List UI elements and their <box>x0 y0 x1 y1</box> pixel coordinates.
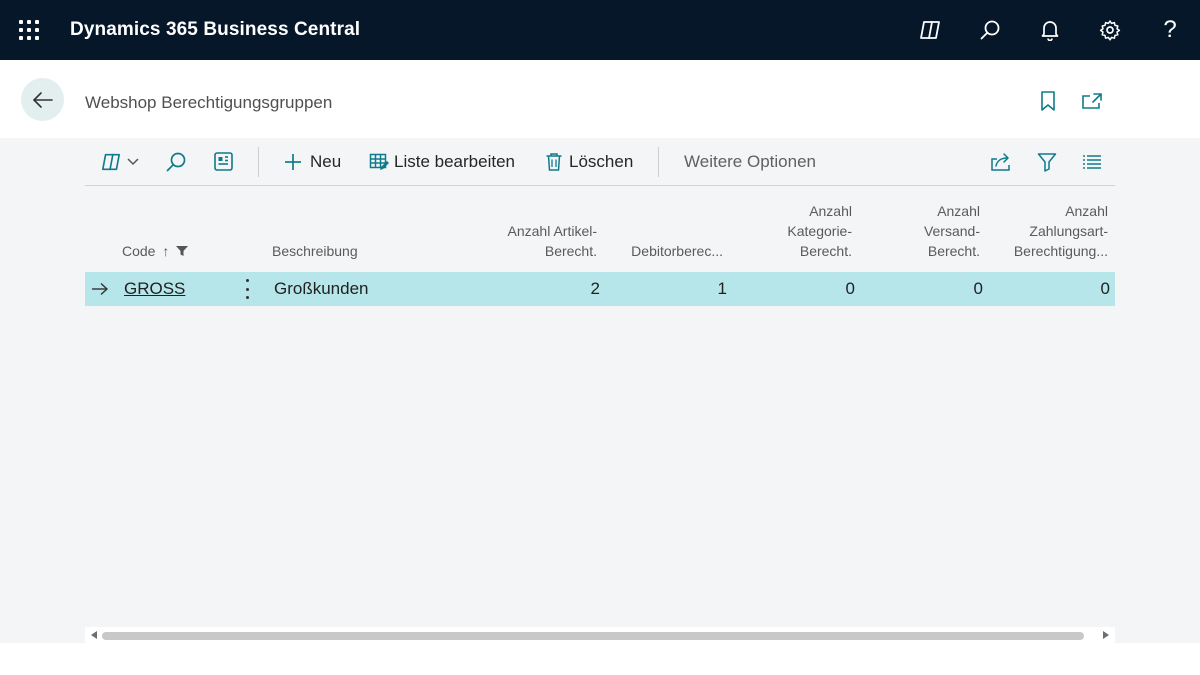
cell-zahlungsart: 0 <box>1100 279 1110 298</box>
more-options-button[interactable]: Weitere Optionen <box>684 148 816 176</box>
bookmark-icon[interactable] <box>1035 88 1061 114</box>
column-header-artikel-line: Berecht. <box>544 243 597 259</box>
trash-icon <box>546 153 562 171</box>
toolbar-divider <box>258 147 259 177</box>
row-actions-menu[interactable] <box>237 279 257 299</box>
bell-icon[interactable] <box>1035 15 1065 45</box>
cell-debitor: 1 <box>717 279 727 298</box>
open-new-window-icon[interactable] <box>1079 88 1105 114</box>
action-bar: Neu Liste bearbeiten Löschen Weitere Opt… <box>85 138 1115 186</box>
column-header-versand-line: Versand- <box>923 223 980 239</box>
filter-icon <box>1037 153 1057 172</box>
share-icon <box>991 153 1010 171</box>
back-button[interactable] <box>21 78 64 121</box>
table-row[interactable]: GROSS Großkunden 2 1 0 0 0 <box>85 272 1115 306</box>
delete-button[interactable]: Löschen <box>545 148 633 176</box>
page-footer <box>0 643 1200 675</box>
list-view-button[interactable] <box>1082 148 1102 176</box>
scroll-right-icon[interactable] <box>1103 631 1109 639</box>
chevron-down-icon <box>127 158 139 166</box>
column-header-zahlungsart-line: Anzahl <box>1065 203 1108 219</box>
column-header-kategorie-line: Anzahl <box>809 203 852 219</box>
column-header-versand-line: Anzahl <box>937 203 980 219</box>
row-selected-arrow-icon <box>92 282 109 296</box>
copilot-icon <box>102 153 120 171</box>
list-content: Neu Liste bearbeiten Löschen Weitere Opt… <box>0 138 1200 643</box>
column-header-kategorie-line: Kategorie- <box>787 223 852 239</box>
delete-button-label: Löschen <box>569 152 634 171</box>
column-header-artikel-line: Anzahl Artikel- <box>507 223 597 239</box>
more-options-label: Weitere Optionen <box>684 152 816 171</box>
filter-active-icon <box>176 246 189 256</box>
scroll-left-icon[interactable] <box>91 631 97 639</box>
code-link[interactable]: GROSS <box>124 279 185 298</box>
cell-beschreibung: Großkunden <box>274 279 369 298</box>
app-title: Dynamics 365 Business Central <box>70 19 361 40</box>
column-header-zahlungsart-line: Zahlungsart- <box>1029 223 1108 239</box>
column-header-beschreibung[interactable]: Beschreibung <box>272 241 422 261</box>
column-header-kategorie-line: Berecht. <box>799 243 852 259</box>
horizontal-scrollbar[interactable] <box>85 627 1115 643</box>
edit-list-button-label: Liste bearbeiten <box>394 152 515 171</box>
column-header-zahlungsart[interactable]: Anzahl Zahlungsart- Berechtigung... <box>987 201 1108 261</box>
gear-icon[interactable] <box>1095 15 1125 45</box>
search-icon[interactable] <box>975 15 1005 45</box>
page-title: Webshop Berechtigungsgruppen <box>85 93 333 112</box>
search-icon <box>166 152 186 172</box>
analysis-icon <box>214 152 233 171</box>
toolbar-divider <box>658 147 659 177</box>
app-launcher-icon[interactable] <box>18 19 40 41</box>
scrollbar-thumb[interactable] <box>102 632 1084 640</box>
help-icon[interactable]: ? <box>1155 15 1185 45</box>
table-header: Code ↑ Beschreibung Anzahl Artikel- Bere… <box>85 195 1115 271</box>
search-button[interactable] <box>165 148 187 176</box>
column-header-debitor-label: Debitorberec... <box>631 243 723 259</box>
column-header-zahlungsart-line: Berechtigung... <box>1013 243 1108 259</box>
cell-versand: 0 <box>973 279 983 298</box>
new-button[interactable]: Neu <box>283 148 341 176</box>
column-header-artikel[interactable]: Anzahl Artikel- Berecht. <box>467 221 597 261</box>
column-header-code-label: Code <box>122 243 156 259</box>
edit-list-icon <box>369 153 389 170</box>
column-header-beschreibung-label: Beschreibung <box>272 243 358 259</box>
filter-button[interactable] <box>1037 148 1057 176</box>
column-header-code[interactable]: Code ↑ <box>122 241 242 261</box>
cell-artikel: 2 <box>590 279 600 298</box>
cell-code: GROSS <box>124 272 224 306</box>
edit-list-button[interactable]: Liste bearbeiten <box>369 148 515 176</box>
share-button[interactable] <box>990 148 1012 176</box>
column-header-debitor[interactable]: Debitorberec... <box>603 241 723 261</box>
back-arrow-icon <box>32 91 53 108</box>
column-header-versand[interactable]: Anzahl Versand- Berecht. <box>860 201 980 261</box>
app-bar: Dynamics 365 Business Central ? <box>0 0 1200 60</box>
list-icon <box>1083 155 1101 169</box>
copilot-icon[interactable] <box>915 15 945 45</box>
copilot-menu-button[interactable] <box>100 148 140 176</box>
plus-icon <box>285 154 301 170</box>
sort-ascending-icon: ↑ <box>162 243 170 259</box>
page-header: Webshop Berechtigungsgruppen <box>0 60 1200 138</box>
column-header-versand-line: Berecht. <box>927 243 980 259</box>
analysis-mode-button[interactable] <box>213 148 235 176</box>
column-header-kategorie[interactable]: Anzahl Kategorie- Berecht. <box>732 201 852 261</box>
cell-kategorie: 0 <box>845 279 855 298</box>
new-button-label: Neu <box>310 152 342 171</box>
